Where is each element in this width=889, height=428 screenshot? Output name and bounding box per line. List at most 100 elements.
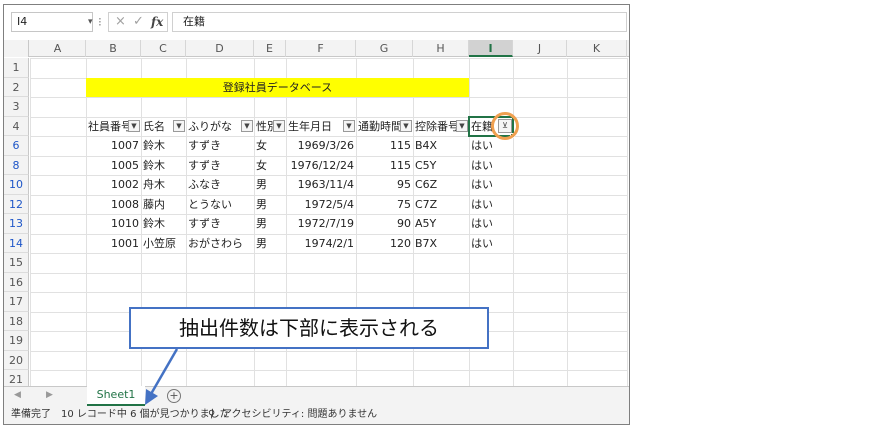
column-header-b[interactable]: B — [86, 40, 141, 57]
table-cell[interactable]: 1976/12/24 — [286, 156, 356, 176]
chevron-down-icon[interactable]: ▾ — [88, 13, 93, 31]
table-cell[interactable]: とうない — [186, 195, 254, 215]
header-cell[interactable]: ふりがな — [186, 117, 241, 137]
table-cell[interactable]: 115 — [356, 136, 413, 156]
table-cell[interactable]: 男 — [254, 195, 286, 215]
table-cell[interactable]: はい — [469, 234, 513, 254]
filter-dropdown-icon[interactable]: ▼ — [456, 120, 468, 133]
row-header-14[interactable]: 14 — [4, 233, 29, 253]
table-cell[interactable]: 1010 — [86, 214, 141, 234]
column-header-g[interactable]: G — [356, 40, 413, 57]
table-cell[interactable]: 1005 — [86, 156, 141, 176]
tab-sheet1[interactable]: Sheet1 — [87, 386, 145, 406]
table-cell[interactable]: はい — [469, 175, 513, 195]
table-cell[interactable]: 男 — [254, 175, 286, 195]
table-cell[interactable]: B4X — [413, 136, 469, 156]
row-header-2[interactable]: 2 — [4, 77, 29, 97]
status-accessibility[interactable]: アクセシビリティ: 問題ありません — [222, 406, 377, 423]
tab-prev-icon[interactable]: ◀ — [14, 390, 21, 400]
table-cell[interactable]: 男 — [254, 234, 286, 254]
table-cell[interactable]: 95 — [356, 175, 413, 195]
table-cell[interactable]: A5Y — [413, 214, 469, 234]
column-header-d[interactable]: D — [186, 40, 254, 57]
column-header-e[interactable]: E — [254, 40, 286, 57]
filter-dropdown-icon[interactable]: ▼ — [241, 120, 253, 133]
table-cell[interactable]: C5Y — [413, 156, 469, 176]
column-header-i[interactable]: I — [469, 40, 513, 57]
header-cell[interactable]: 生年月日 — [286, 117, 343, 137]
filter-dropdown-icon[interactable]: ▼ — [273, 120, 285, 133]
table-cell[interactable]: 1008 — [86, 195, 141, 215]
table-cell[interactable]: 舟木 — [141, 175, 186, 195]
column-header-j[interactable]: J — [513, 40, 567, 57]
filter-dropdown-icon[interactable]: ▼ — [173, 120, 185, 133]
table-cell[interactable]: 90 — [356, 214, 413, 234]
table-cell[interactable]: 女 — [254, 136, 286, 156]
table-cell[interactable]: 120 — [356, 234, 413, 254]
table-cell[interactable]: 1969/3/26 — [286, 136, 356, 156]
name-box[interactable]: I4 ▾ — [11, 12, 93, 32]
row-header-16[interactable]: 16 — [4, 272, 29, 292]
table-cell[interactable]: 小笠原 — [141, 234, 186, 254]
column-header-f[interactable]: F — [286, 40, 356, 57]
table-cell[interactable]: おがさわら — [186, 234, 254, 254]
header-cell[interactable]: 社員番号 — [86, 117, 128, 137]
table-cell[interactable]: 女 — [254, 156, 286, 176]
table-cell[interactable]: C7Z — [413, 195, 469, 215]
table-cell[interactable]: ふなき — [186, 175, 254, 195]
table-cell[interactable]: 1972/7/19 — [286, 214, 356, 234]
cancel-icon[interactable]: × — [115, 14, 126, 29]
row-header-3[interactable]: 3 — [4, 97, 29, 117]
column-header-c[interactable]: C — [141, 40, 186, 57]
table-cell[interactable]: 鈴木 — [141, 136, 186, 156]
column-header-k[interactable]: K — [567, 40, 627, 57]
table-cell[interactable]: はい — [469, 214, 513, 234]
row-header-13[interactable]: 13 — [4, 214, 29, 234]
row-header-1[interactable]: 1 — [4, 58, 29, 78]
filter-dropdown-icon[interactable]: ▼ — [400, 120, 412, 133]
select-all-corner[interactable] — [4, 40, 29, 57]
tab-next-icon[interactable]: ▶ — [46, 390, 53, 400]
formula-input[interactable]: 在籍 — [172, 12, 627, 32]
table-cell[interactable]: 115 — [356, 156, 413, 176]
table-cell[interactable]: 1002 — [86, 175, 141, 195]
table-cell[interactable]: 鈴木 — [141, 214, 186, 234]
table-cell[interactable]: 1007 — [86, 136, 141, 156]
header-cell[interactable]: 氏名 — [141, 117, 173, 137]
table-cell[interactable]: すずき — [186, 156, 254, 176]
row-header-19[interactable]: 19 — [4, 331, 29, 351]
filter-dropdown-icon[interactable]: ▼ — [343, 120, 355, 133]
table-cell[interactable]: 75 — [356, 195, 413, 215]
table-cell[interactable]: 1001 — [86, 234, 141, 254]
filter-dropdown-icon[interactable]: ▼ — [128, 120, 140, 133]
column-header-h[interactable]: H — [413, 40, 469, 57]
table-cell[interactable]: すずき — [186, 136, 254, 156]
row-header-18[interactable]: 18 — [4, 311, 29, 331]
title-cell[interactable]: 登録社員データベース — [86, 77, 469, 97]
row-header-6[interactable]: 6 — [4, 136, 29, 156]
table-cell[interactable]: すずき — [186, 214, 254, 234]
header-cell[interactable]: 性別 — [254, 117, 273, 137]
enter-icon[interactable]: ✓ — [133, 14, 144, 29]
row-header-10[interactable]: 10 — [4, 175, 29, 195]
table-cell[interactable]: C6Z — [413, 175, 469, 195]
column-header-a[interactable]: A — [30, 40, 86, 57]
insert-function-icon[interactable]: fx — [151, 15, 163, 29]
table-cell[interactable]: 1963/11/4 — [286, 175, 356, 195]
table-cell[interactable]: はい — [469, 156, 513, 176]
table-cell[interactable]: 1972/5/4 — [286, 195, 356, 215]
accessibility-icon[interactable]: ⚲ — [208, 406, 215, 423]
row-header-17[interactable]: 17 — [4, 292, 29, 312]
row-header-15[interactable]: 15 — [4, 253, 29, 273]
row-header-8[interactable]: 8 — [4, 155, 29, 175]
table-cell[interactable]: 男 — [254, 214, 286, 234]
row-header-12[interactable]: 12 — [4, 194, 29, 214]
header-cell[interactable]: 控除番号 — [413, 117, 456, 137]
table-cell[interactable]: 鈴木 — [141, 156, 186, 176]
row-header-20[interactable]: 20 — [4, 350, 29, 370]
row-header-4[interactable]: 4 — [4, 116, 29, 136]
table-cell[interactable]: はい — [469, 195, 513, 215]
table-cell[interactable]: 1974/2/1 — [286, 234, 356, 254]
header-cell[interactable]: 通勤時間 — [356, 117, 400, 137]
table-cell[interactable]: 藤内 — [141, 195, 186, 215]
